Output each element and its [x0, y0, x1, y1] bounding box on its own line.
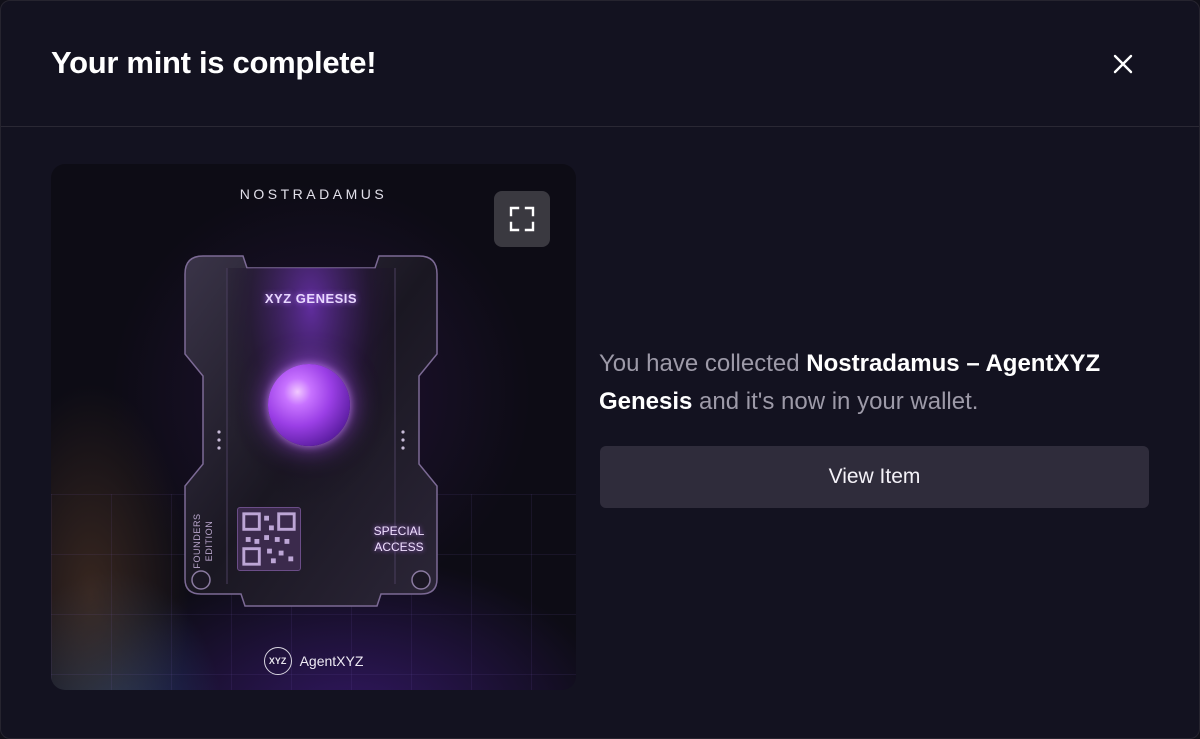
- expand-button[interactable]: [494, 191, 550, 247]
- special-access-label: SPECIAL ACCESS: [373, 524, 425, 554]
- modal-title: Your mint is complete!: [51, 45, 377, 80]
- close-button[interactable]: [1101, 42, 1145, 86]
- qr-code-icon: [237, 507, 301, 571]
- purple-orb: [268, 364, 350, 446]
- mint-complete-modal: Your mint is complete! NOSTRADAMUS XYZ G…: [0, 0, 1200, 739]
- creator-brand: XYZ AgentXYZ: [51, 647, 576, 675]
- message-prefix: You have collected: [599, 350, 807, 377]
- expand-icon: [509, 206, 535, 232]
- nft-artwork: NOSTRADAMUS XYZ GENESIS FOUNDERS EDITION…: [51, 164, 576, 690]
- card-title: XYZ GENESIS: [264, 291, 358, 306]
- creator-name: AgentXYZ: [299, 653, 364, 669]
- modal-header: Your mint is complete!: [1, 1, 1199, 127]
- nft-card: XYZ GENESIS FOUNDERS EDITION SPECIAL ACC…: [183, 254, 439, 609]
- view-item-button[interactable]: View Item: [600, 446, 1149, 508]
- close-icon: [1113, 54, 1133, 74]
- agentxyz-logo-icon: XYZ: [263, 647, 292, 675]
- message-suffix: and it's now in your wallet.: [692, 388, 979, 415]
- founders-edition-label: FOUNDERS EDITION: [192, 513, 214, 569]
- collected-message: You have collected Nostradamus – AgentXY…: [599, 345, 1159, 421]
